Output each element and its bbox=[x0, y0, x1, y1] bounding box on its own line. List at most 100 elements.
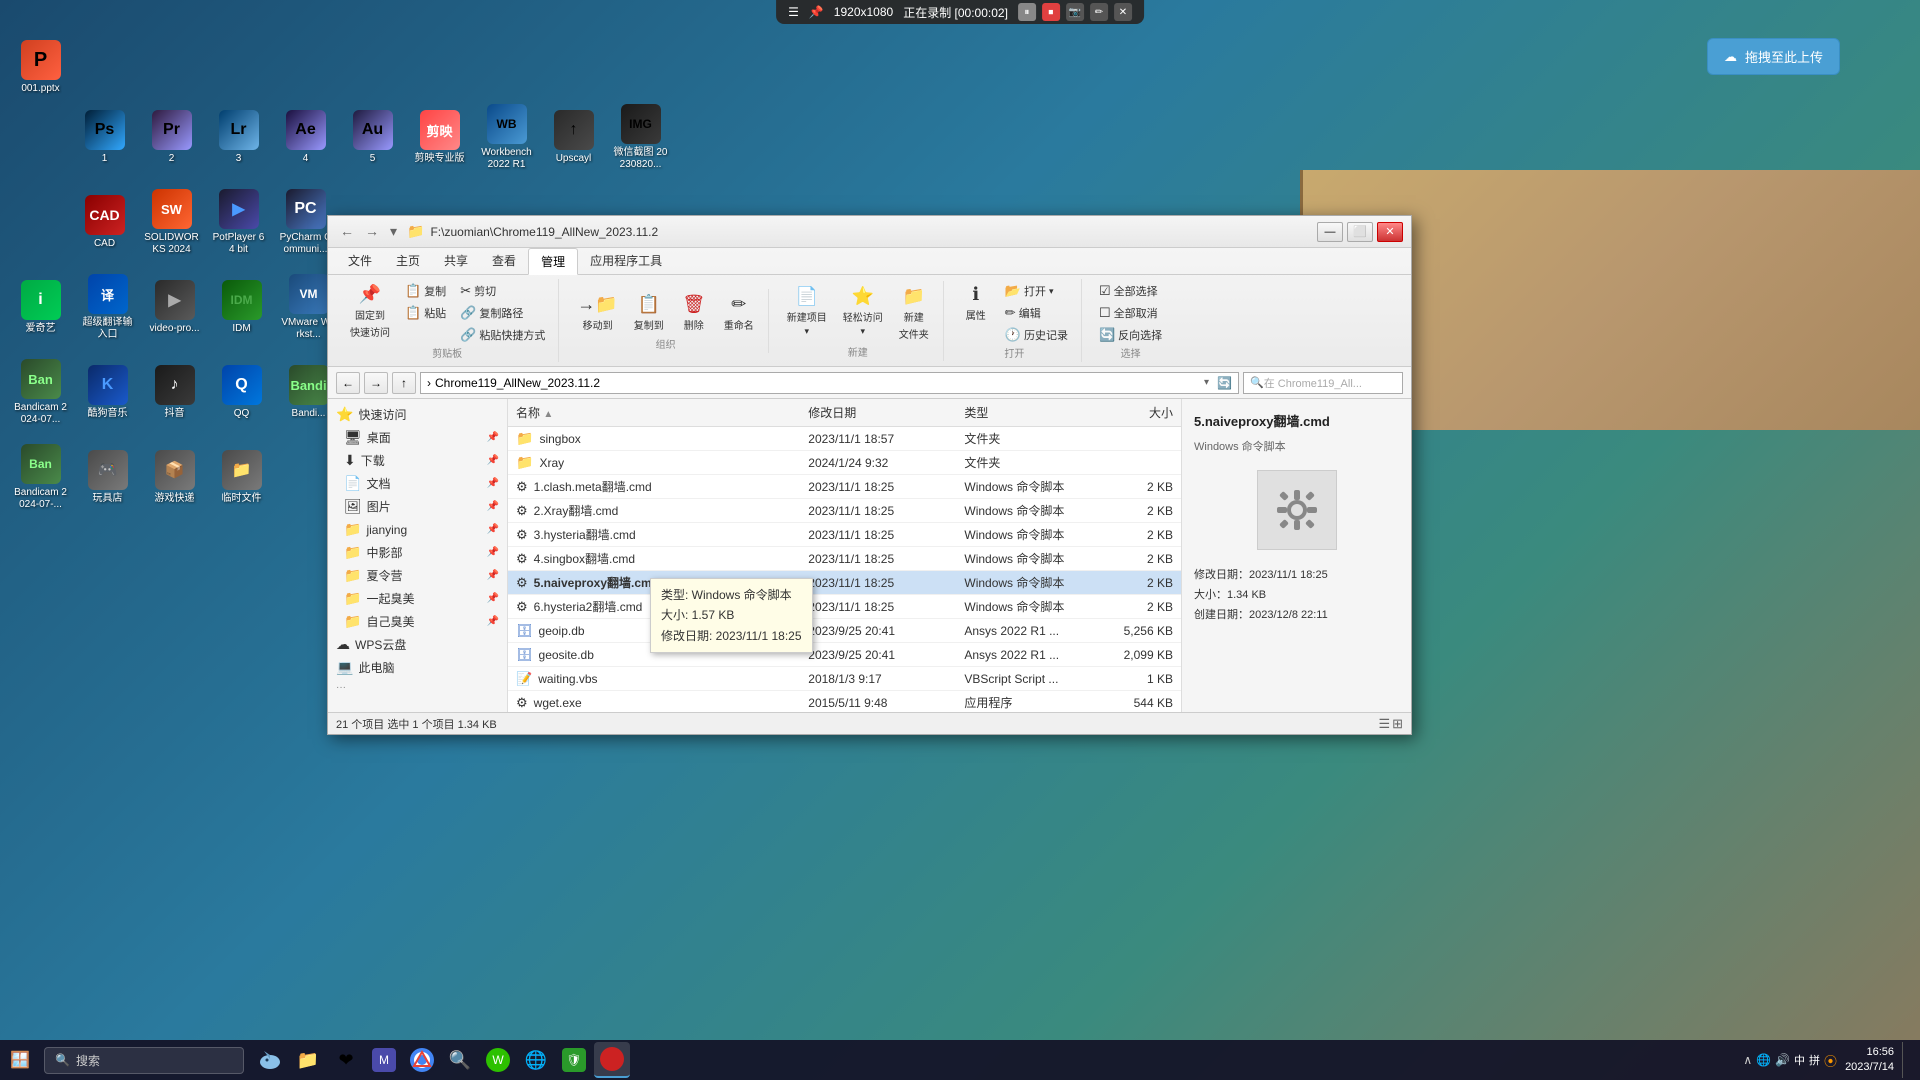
desktop-icon-lrc[interactable]: Lr 3 bbox=[206, 100, 271, 175]
desktop-icon-qq[interactable]: Q QQ bbox=[209, 355, 274, 430]
list-view-button[interactable]: ☰ bbox=[1378, 716, 1390, 732]
tray-volume[interactable]: 🔊 bbox=[1775, 1053, 1790, 1067]
tab-apptools[interactable]: 应用程序工具 bbox=[578, 248, 674, 274]
ribbon-open-btn[interactable]: 📂 打开 ▾ bbox=[1000, 281, 1073, 301]
taskbar-app-shield[interactable]: 🛡 bbox=[556, 1042, 592, 1078]
desktop-icon-kugou[interactable]: K 酷狗音乐 bbox=[75, 355, 140, 430]
start-button[interactable]: 🪟 bbox=[0, 1040, 40, 1080]
ribbon-edit-btn[interactable]: ✏ 编辑 bbox=[1000, 303, 1073, 323]
ribbon-newfolder-btn[interactable]: 📁 新建 文件夹 bbox=[893, 283, 935, 344]
desktop-icon-trans[interactable]: 译 超级翻译输入口 bbox=[75, 270, 140, 345]
tray-network[interactable]: 🌐 bbox=[1756, 1053, 1771, 1067]
show-desktop-button[interactable] bbox=[1902, 1042, 1910, 1078]
hamburger-icon[interactable]: ☰ bbox=[788, 5, 799, 19]
ribbon-pin-btn[interactable]: 📌 固定到 快速访问 bbox=[344, 281, 396, 342]
tray-input-lang[interactable]: 拼 bbox=[1809, 1052, 1820, 1068]
desktop-icon-ae[interactable]: Ae 4 bbox=[273, 100, 338, 175]
taskbar-app-browser2[interactable]: 🌐 bbox=[518, 1042, 554, 1078]
desktop-icon-pptx[interactable]: P 001.pptx bbox=[8, 30, 73, 105]
details-view-button[interactable]: ⊞ bbox=[1392, 716, 1403, 732]
ribbon-pasteshortcut-btn[interactable]: 🔗 粘贴快捷方式 bbox=[455, 325, 550, 345]
tray-expand[interactable]: ∧ bbox=[1743, 1053, 1752, 1067]
file-row-wget[interactable]: ⚙wget.exe 2015/5/11 9:48 应用程序 544 KB bbox=[508, 691, 1181, 712]
ribbon-copypath-btn[interactable]: 🔗 复制路径 bbox=[455, 303, 550, 323]
tray-input-zh[interactable]: 中 bbox=[1794, 1052, 1805, 1068]
col-header-date[interactable]: 修改日期 bbox=[800, 402, 956, 423]
taskbar-app-chrome[interactable] bbox=[404, 1042, 440, 1078]
desktop-icon-idm[interactable]: IDM IDM bbox=[209, 270, 274, 345]
file-row-xray-cmd[interactable]: ⚙2.Xray翻墙.cmd 2023/11/1 18:25 Windows 命令… bbox=[508, 499, 1181, 523]
maximize-button[interactable]: ⬜ bbox=[1347, 222, 1373, 242]
desktop-icon-tempfiles[interactable]: 📁 临时文件 bbox=[209, 440, 274, 515]
ribbon-delete-btn[interactable]: 🗑 删除 bbox=[674, 291, 714, 335]
desktop-icon-sw[interactable]: SW SOLIDWORKS 2024 bbox=[139, 185, 204, 260]
sidebar-item-wps[interactable]: ☁ WPS云盘 bbox=[328, 633, 507, 656]
sidebar-item-chou2[interactable]: 📁 自己臭美 📌 bbox=[328, 610, 507, 633]
taskbar-app-heart[interactable]: ❤ bbox=[328, 1042, 364, 1078]
sidebar-item-quickaccess[interactable]: ⭐ 快速访问 bbox=[328, 403, 507, 426]
taskbar-clock[interactable]: 16:56 2023/7/14 bbox=[1845, 1045, 1894, 1076]
desktop-icon-upscayl[interactable]: ↑ Upscayl bbox=[541, 100, 606, 175]
file-row-naiveproxy[interactable]: ⚙5.naiveproxy翻墙.cmd 2023/11/1 18:25 Wind… bbox=[508, 571, 1181, 595]
sidebar-item-pictures[interactable]: 🖼 图片 📌 bbox=[328, 495, 507, 518]
desktop-icon-tiktok[interactable]: ♪ 抖音 bbox=[142, 355, 207, 430]
close-button[interactable]: ✕ bbox=[1377, 222, 1403, 242]
col-header-size[interactable]: 大小 bbox=[1103, 402, 1181, 423]
desktop-icon-video[interactable]: ▶ video-pro... bbox=[142, 270, 207, 345]
desktop-icon-au[interactable]: Au 5 bbox=[340, 100, 405, 175]
taskbar-app-search2[interactable]: 🔍 bbox=[442, 1042, 478, 1078]
ribbon-properties-btn[interactable]: ℹ 属性 bbox=[956, 281, 996, 325]
tab-file[interactable]: 文件 bbox=[336, 248, 384, 274]
taskbar-app-fish[interactable] bbox=[252, 1042, 288, 1078]
taskbar-search[interactable]: 🔍 搜索 bbox=[44, 1047, 244, 1074]
desktop-icon-bandicam3[interactable]: Ban Bandicam 2024-07-... bbox=[8, 440, 73, 515]
ribbon-selectall-btn[interactable]: ☑ 全部选择 bbox=[1094, 281, 1167, 301]
sidebar-item-xialing[interactable]: 📁 夏令营 📌 bbox=[328, 564, 507, 587]
back-button[interactable]: ← bbox=[336, 372, 360, 394]
ribbon-invertselect-btn[interactable]: 🔄 反向选择 bbox=[1094, 325, 1167, 345]
taskbar-app-explorer[interactable]: 📁 bbox=[290, 1042, 326, 1078]
sidebar-item-jianying[interactable]: 📁 jianying 📌 bbox=[328, 518, 507, 541]
sidebar-item-thispc[interactable]: 💻 此电脑 bbox=[328, 656, 507, 679]
qa-back-icon[interactable]: ← bbox=[336, 221, 358, 242]
desktop-icon-bandicam1[interactable]: Ban Bandicam 2024-07... bbox=[8, 355, 73, 430]
sidebar-item-more[interactable]: ··· bbox=[328, 679, 507, 696]
ribbon-deselectall-btn[interactable]: ☐ 全部取消 bbox=[1094, 303, 1167, 323]
desktop-icon-cad[interactable]: CAD CAD bbox=[72, 185, 137, 260]
ribbon-rename-btn[interactable]: ✏ 重命名 bbox=[718, 291, 760, 335]
tab-home[interactable]: 主页 bbox=[384, 248, 432, 274]
taskbar-app-record[interactable] bbox=[594, 1042, 630, 1078]
ribbon-cut-btn[interactable]: ✂ 剪切 bbox=[455, 281, 550, 301]
desktop-icon-cut[interactable]: 剪映 剪映专业版 bbox=[407, 100, 472, 175]
desktop-icon-player[interactable]: ▶ PotPlayer 64 bit bbox=[206, 185, 271, 260]
qa-down-icon[interactable]: ▾ bbox=[386, 221, 401, 242]
file-row-singbox[interactable]: 📁singbox 2023/11/1 18:57 文件夹 bbox=[508, 427, 1181, 451]
upload-button[interactable]: ☁ 拖拽至此上传 bbox=[1707, 38, 1840, 75]
pin-icon[interactable]: 📌 bbox=[809, 5, 824, 19]
desktop-icon-delivery[interactable]: 📦 游戏快递 bbox=[142, 440, 207, 515]
tab-share[interactable]: 共享 bbox=[432, 248, 480, 274]
file-row-waiting[interactable]: 📝waiting.vbs 2018/1/3 9:17 VBScript Scri… bbox=[508, 667, 1181, 691]
sidebar-item-chou1[interactable]: 📁 一起臭美 📌 bbox=[328, 587, 507, 610]
up-button[interactable]: ↑ bbox=[392, 372, 416, 394]
ribbon-history-btn[interactable]: 🕐 历史记录 bbox=[1000, 325, 1073, 345]
ribbon-newitem-btn[interactable]: 📄 新建项目 ▾ bbox=[781, 283, 833, 340]
tray-360[interactable]: ⦿ bbox=[1824, 1051, 1837, 1070]
taskbar-app-mobaterm[interactable]: M bbox=[366, 1042, 402, 1078]
desktop-icon-iqiyi[interactable]: i 爱奇艺 bbox=[8, 270, 73, 345]
pen-button[interactable]: ✏ bbox=[1090, 3, 1108, 21]
file-row-geosite[interactable]: 🗄geosite.db 2023/9/25 20:41 Ansys 2022 R… bbox=[508, 643, 1181, 667]
file-row-singbox-cmd[interactable]: ⚙4.singbox翻墙.cmd 2023/11/1 18:25 Windows… bbox=[508, 547, 1181, 571]
sidebar-item-downloads[interactable]: ⬇ 下载 📌 bbox=[328, 449, 507, 472]
desktop-icon-wb[interactable]: WB Workbench 2022 R1 bbox=[474, 100, 539, 175]
forward-button[interactable]: → bbox=[364, 372, 388, 394]
addr-dropdown-icon[interactable]: ▾ bbox=[1204, 377, 1209, 388]
ribbon-paste-btn[interactable]: 📋 粘贴 bbox=[400, 303, 451, 323]
sidebar-item-desktop[interactable]: 🖥 桌面 📌 bbox=[328, 426, 507, 449]
search-box[interactable]: 🔍 在 Chrome119_All... bbox=[1243, 372, 1403, 394]
col-header-name[interactable]: 名称 ▲ bbox=[508, 402, 800, 423]
stop-button[interactable]: ⏹ bbox=[1042, 3, 1060, 21]
ribbon-easyaccess-btn[interactable]: ⭐ 轻松访问 ▾ bbox=[837, 283, 889, 340]
ribbon-copyto-btn[interactable]: 📋 复制到 bbox=[628, 291, 670, 335]
tab-manage[interactable]: 管理 bbox=[528, 248, 578, 275]
